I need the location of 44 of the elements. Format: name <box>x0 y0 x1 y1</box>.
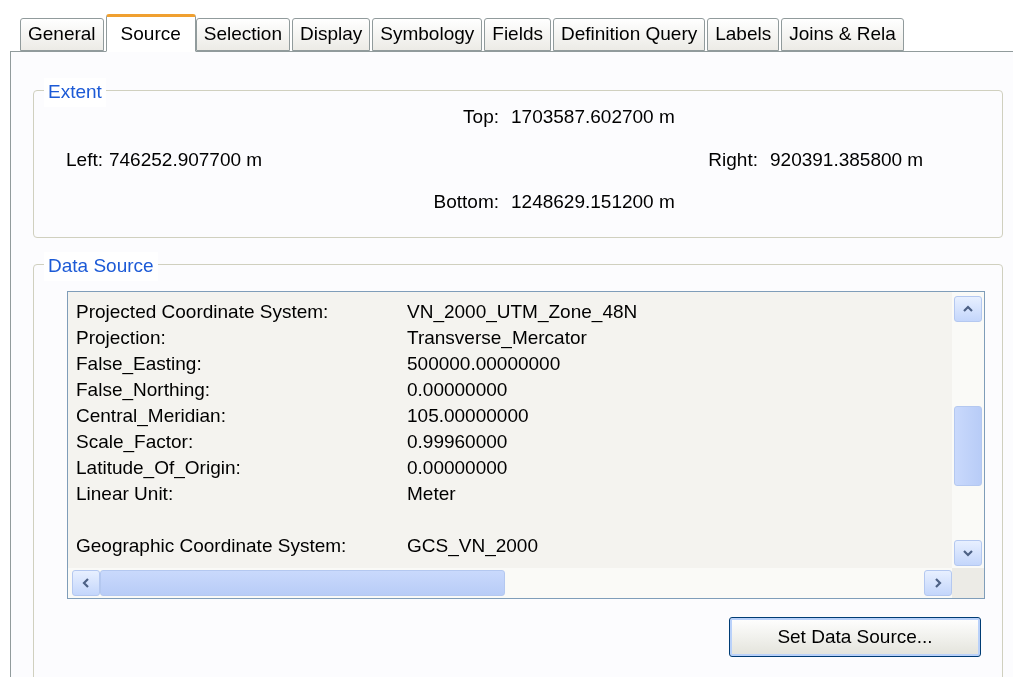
tab[interactable]: General <box>20 18 104 51</box>
tab[interactable]: Display <box>292 18 371 51</box>
property-label: Projection: <box>76 325 167 350</box>
property-value: VN_2000_UTM_Zone_48N <box>407 299 638 325</box>
horizontal-scrollbar[interactable] <box>72 570 952 596</box>
property-value: 0.00000000 <box>407 377 508 402</box>
tab[interactable]: Symbology <box>372 18 483 51</box>
extent-label: Bottom: <box>432 190 499 214</box>
property-value: GCS_VN_2000 <box>407 533 538 559</box>
extent-label: Right: <box>708 147 758 172</box>
scroll-thumb[interactable] <box>100 570 505 596</box>
extent-value: 920391.385800 m <box>770 147 925 172</box>
property-label: False_Easting: <box>76 351 203 377</box>
property-label: Geographic Coordinate System: <box>76 533 348 558</box>
property-label: Projected Coordinate System: <box>76 299 330 324</box>
extent-value: 1703587.602700 m <box>511 105 676 129</box>
property-value: 0.00000000 <box>407 455 508 480</box>
property-value: Transverse_Mercator <box>407 325 587 351</box>
property-value: 105.00000000 <box>407 403 529 428</box>
scroll-down-button[interactable] <box>954 540 982 566</box>
tab[interactable]: Source <box>105 14 196 52</box>
extent-label: Top: <box>462 105 499 129</box>
property-label: Linear Unit: <box>76 481 175 506</box>
scroll-right-button[interactable] <box>924 570 952 596</box>
scroll-left-button[interactable] <box>72 570 100 596</box>
property-value: Meter <box>407 481 456 506</box>
property-label: False_Northing: <box>76 377 212 403</box>
tab[interactable]: Fields <box>484 18 551 51</box>
property-label: Central_Meridian: <box>76 403 227 429</box>
extent-value: 746252.907700 m <box>109 147 263 172</box>
property-label: Scale_Factor: <box>76 429 195 455</box>
scroll-thumb[interactable] <box>954 406 982 486</box>
extent-label: Left: <box>66 147 103 172</box>
tab[interactable]: Joins & Rela <box>781 18 904 51</box>
vertical-scrollbar[interactable] <box>952 292 984 568</box>
set-data-source-button[interactable]: Set Data Source... <box>729 617 981 657</box>
tab[interactable]: Labels <box>707 18 780 51</box>
tab[interactable]: Selection <box>195 18 290 51</box>
property-value: 500000.00000000 <box>407 351 561 376</box>
property-value: 0.99960000 <box>407 429 508 454</box>
tab[interactable]: Definition Query <box>553 18 706 51</box>
extent-value: 1248629.151200 m <box>511 190 676 214</box>
property-label: Latitude_Of_Origin: <box>76 455 242 481</box>
scroll-up-button[interactable] <box>954 296 982 322</box>
